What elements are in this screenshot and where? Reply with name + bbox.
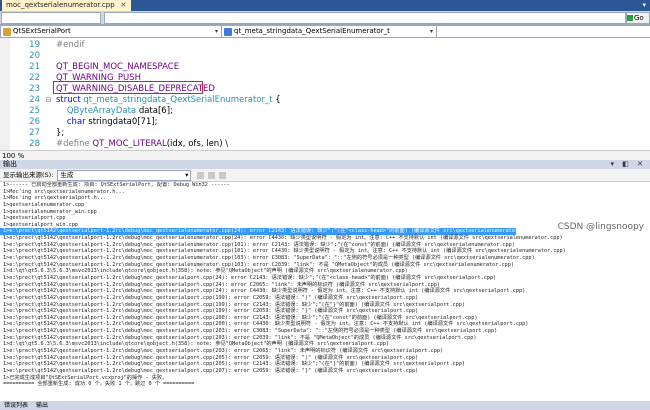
- tab-moc-file[interactable]: moc_qextserialenumerator.cpp ✕: [2, 0, 131, 11]
- chevron-down-icon: ▾: [185, 170, 189, 179]
- code-token: qt_meta_stringdata_QextSerialEnumerator_…: [83, 95, 273, 105]
- chevron-down-icon: ▾: [214, 28, 218, 35]
- go-label: Go: [634, 14, 644, 22]
- output-line[interactable]: 1>qextserialenumerator.cpp: [0, 202, 650, 209]
- watermark: CSDN @lingsnoopy: [557, 222, 644, 232]
- source-select[interactable]: 生成 ▾: [57, 169, 192, 181]
- document-tab-strip: moc_qextserialenumerator.cpp ✕ ▾: [0, 0, 650, 11]
- output-tab[interactable]: 错误列表: [0, 401, 32, 410]
- output-title-bar: 输出 ▾ ◧ ✕: [0, 160, 650, 169]
- clear-icon[interactable]: [208, 171, 216, 179]
- output-line[interactable]: 1>e:\prect\qt5142\qextserialport-1.2rc\d…: [0, 255, 650, 262]
- symbol-dropdown[interactable]: qt_meta_stringdata_QextSerialEnumerator_…: [221, 25, 437, 38]
- code-token: QT_MOC_LITERAL: [92, 139, 167, 149]
- member-dropdown[interactable]: [436, 25, 650, 38]
- code-token: data[6];: [136, 106, 173, 116]
- code-token: {: [272, 95, 281, 105]
- editor-nav-bar: QtSExtSerialPort ▾ qt_meta_stringdata_Qe…: [0, 25, 650, 38]
- wrap-icon[interactable]: [219, 171, 227, 179]
- output-line[interactable]: 1>Moc'ing src\qextserialport.h...: [0, 195, 650, 202]
- output-line[interactable]: 1>qextserialport.cpp: [0, 215, 650, 222]
- source-value: 生成: [60, 170, 74, 179]
- find-icon[interactable]: [197, 171, 205, 179]
- output-line[interactable]: 1>e:\prect\qt5142\qextserialport-1.2rc\d…: [0, 361, 650, 368]
- code-token: char: [66, 117, 86, 127]
- source-label: 显示输出来源(S):: [3, 171, 54, 179]
- code-token: stringdata0[71];: [85, 117, 158, 127]
- code-token: #define: [56, 139, 93, 149]
- output-text[interactable]: 1>------ 已启动全部重新生成: 项目: QtSExtSerialPort…: [0, 182, 650, 401]
- output-line[interactable]: 1>e:\prect\qt5142\qextserialport-1.2rc\d…: [0, 295, 650, 302]
- output-line[interactable]: 1>e:\prect\qt5142\qextserialport-1.2rc\d…: [0, 348, 650, 355]
- line-number: 28: [29, 139, 40, 149]
- code-line[interactable]: 28 #define QT_MOC_LITERAL(idx, ofs, len) …: [0, 138, 650, 150]
- output-line[interactable]: 1>e:\prect\qt5142\qextserialport-1.2rc\d…: [0, 308, 650, 315]
- scope-dropdown[interactable]: QtSExtSerialPort ▾: [0, 25, 222, 38]
- project-icon: [3, 27, 11, 36]
- toolbar-combo-main[interactable]: [104, 12, 626, 24]
- output-line[interactable]: 1>e:\prect\qt5142\qextserialport-1.2rc\d…: [0, 288, 650, 295]
- symbol-label: qt_meta_stringdata_QextSerialEnumerator_…: [234, 27, 390, 35]
- output-line[interactable]: ========== 全部重新生成: 成功 0 个，失败 1 个，跳过 0 个 …: [0, 381, 650, 388]
- panel-controls[interactable]: ▾ ◧ ✕: [611, 160, 646, 169]
- go-icon: [627, 15, 633, 21]
- close-icon[interactable]: ✕: [121, 0, 127, 11]
- code-editor[interactable]: 19 #endif 20 21 QT_BEGIN_MOC_NAMESPACE 22 QT_W…: [0, 38, 650, 150]
- output-line[interactable]: 1>e:\prect\qt5142\qextserialport-1.2rc\d…: [0, 328, 650, 335]
- toolbar: Go: [0, 11, 650, 25]
- output-line[interactable]: 1>d:\qt\qt5.6.3\5.6.3\msvc2013\include\q…: [0, 268, 650, 275]
- output-line[interactable]: 1>e:\prect\qt5142\qextserialport-1.2rc\d…: [0, 235, 650, 242]
- chevron-down-icon[interactable]: ▾: [642, 1, 646, 9]
- output-line[interactable]: 1>------ 已启动全部重新生成: 项目: QtSExtSerialPort…: [0, 182, 650, 189]
- scope-label: QtSExtSerialPort: [13, 27, 71, 35]
- output-tabs: 错误列表 输出: [0, 401, 650, 410]
- output-line[interactable]: 1>e:\prect\qt5142\qextserialport-1.2rc\d…: [0, 368, 650, 375]
- output-line[interactable]: 1>Moc'ing src\qextserialenumerator.h...: [0, 189, 650, 196]
- code-token: #endif: [56, 40, 85, 50]
- go-button[interactable]: Go: [626, 12, 650, 24]
- chevron-down-icon: ▾: [429, 28, 433, 35]
- output-line[interactable]: 1>qextserialenumerator_win.cpp: [0, 209, 650, 216]
- output-tab[interactable]: 输出: [32, 401, 52, 410]
- output-title: 输出: [3, 160, 17, 168]
- output-source-bar: 显示输出来源(S): 生成 ▾: [0, 169, 650, 182]
- toolbar-combo-left[interactable]: [1, 12, 101, 24]
- code-text: #define QT_MOC_LITERAL(idx, ofs, len) \: [56, 138, 228, 150]
- code-token: QByteArrayData: [66, 106, 137, 116]
- output-line[interactable]: 1>e:\prect\qt5142\qextserialport-1.2rc\d…: [0, 275, 650, 282]
- output-panel: 输出 ▾ ◧ ✕ 显示输出来源(S): 生成 ▾ 1>------ 已启动全部重…: [0, 160, 650, 410]
- code-token: };: [56, 128, 65, 138]
- code-token: (idx, ofs, len) \: [166, 139, 229, 149]
- tab-title: moc_qextserialenumerator.cpp: [6, 1, 115, 9]
- struct-icon: [224, 27, 232, 36]
- code-token: struct: [56, 95, 84, 105]
- highlight-annotation: [53, 81, 203, 94]
- zoom-level[interactable]: 100 %: [2, 152, 24, 160]
- code-token: QT_BEGIN_MOC_NAMESPACE: [56, 62, 180, 72]
